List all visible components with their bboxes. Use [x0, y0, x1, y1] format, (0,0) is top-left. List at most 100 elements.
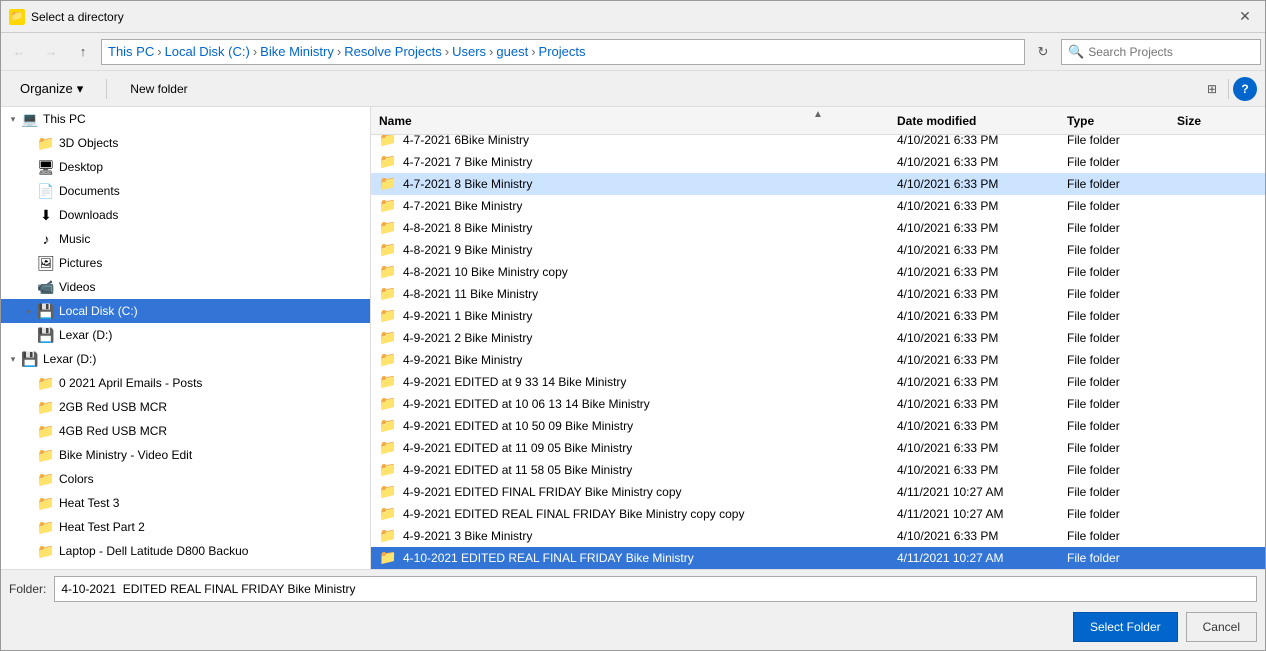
- expand-heat-part2[interactable]: [21, 519, 37, 535]
- expand-downloads[interactable]: [21, 207, 37, 223]
- file-row[interactable]: 📁4-9-2021 EDITED FINAL FRIDAY Bike Minis…: [371, 481, 1265, 503]
- tree-item-music[interactable]: ♪ Music: [1, 227, 370, 251]
- tree-item-colors[interactable]: 📁 Colors: [1, 467, 370, 491]
- folder-icon: 📁: [379, 135, 397, 149]
- tree-item-videos[interactable]: 📹 Videos: [1, 275, 370, 299]
- refresh-button[interactable]: ↻: [1029, 38, 1057, 66]
- col-size-header[interactable]: Size: [1177, 114, 1257, 128]
- expand-pictures[interactable]: [21, 255, 37, 271]
- expand-this-pc[interactable]: ▾: [5, 111, 21, 127]
- tree-item-local-disk[interactable]: ▸ 💾 Local Disk (C:): [1, 299, 370, 323]
- left-panel: ▾ 💻 This PC 📁 3D Objects 🖥 Desktop 📄 Doc…: [1, 107, 371, 569]
- file-row[interactable]: 📁4-10-2021 EDITED REAL FINAL FRIDAY Bike…: [371, 547, 1265, 569]
- file-row[interactable]: 📁4-7-2021 8 Bike Ministry4/10/2021 6:33 …: [371, 173, 1265, 195]
- collapse-button[interactable]: ▲: [808, 107, 828, 121]
- file-row[interactable]: 📁4-8-2021 8 Bike Ministry4/10/2021 6:33 …: [371, 217, 1265, 239]
- expand-documents[interactable]: [21, 183, 37, 199]
- close-button[interactable]: ✕: [1233, 5, 1257, 29]
- file-type: File folder: [1067, 331, 1177, 345]
- file-row[interactable]: 📁4-9-2021 3 Bike Ministry4/10/2021 6:33 …: [371, 525, 1265, 547]
- file-row[interactable]: 📁4-9-2021 EDITED at 11 09 05 Bike Minist…: [371, 437, 1265, 459]
- expand-4gb[interactable]: [21, 423, 37, 439]
- forward-button[interactable]: →: [37, 38, 65, 66]
- expand-lexar-thispc[interactable]: [21, 327, 37, 343]
- view-icon-button[interactable]: ⊞: [1200, 77, 1224, 101]
- file-row[interactable]: 📁4-9-2021 Bike Ministry4/10/2021 6:33 PM…: [371, 349, 1265, 371]
- expand-music[interactable]: [21, 231, 37, 247]
- folder-icon: 📁: [379, 175, 397, 193]
- bottom-bar: Folder: Select Folder Cancel: [1, 569, 1265, 650]
- help-button[interactable]: ?: [1233, 77, 1257, 101]
- folder-icon: 📁: [379, 329, 397, 347]
- expand-heat-3[interactable]: [21, 495, 37, 511]
- expand-2gb[interactable]: [21, 399, 37, 415]
- file-row[interactable]: 📁4-9-2021 2 Bike Ministry4/10/2021 6:33 …: [371, 327, 1265, 349]
- file-row[interactable]: 📁4-8-2021 11 Bike Ministry4/10/2021 6:33…: [371, 283, 1265, 305]
- nav-bar: ← → ↑ This PC › Local Disk (C:) › Bike M…: [1, 33, 1265, 71]
- tree-item-bike-ministry-video[interactable]: 📁 Bike Ministry - Video Edit: [1, 443, 370, 467]
- new-folder-button[interactable]: New folder: [119, 76, 198, 102]
- expand-laptop[interactable]: [21, 543, 37, 559]
- select-folder-button[interactable]: Select Folder: [1073, 612, 1178, 642]
- tree-item-4gb-usb[interactable]: 📁 4GB Red USB MCR: [1, 419, 370, 443]
- tree-item-desktop[interactable]: 🖥 Desktop: [1, 155, 370, 179]
- tree-item-2gb-usb[interactable]: 📁 2GB Red USB MCR: [1, 395, 370, 419]
- tree-item-lexar-d-thispc[interactable]: 💾 Lexar (D:): [1, 323, 370, 347]
- tree-item-3d-objects[interactable]: 📁 3D Objects: [1, 131, 370, 155]
- file-row[interactable]: 📁4-9-2021 1 Bike Ministry4/10/2021 6:33 …: [371, 305, 1265, 327]
- file-name: 4-8-2021 11 Bike Ministry: [403, 287, 897, 301]
- search-input[interactable]: [1088, 45, 1254, 59]
- tree-item-heat-test-part2[interactable]: 📁 Heat Test Part 2: [1, 515, 370, 539]
- breadcrumb-local-disk[interactable]: Local Disk (C:): [165, 44, 250, 59]
- breadcrumb-this-pc[interactable]: This PC: [108, 44, 154, 59]
- folder-input[interactable]: [54, 576, 1257, 602]
- file-row[interactable]: 📁4-7-2021 7 Bike Ministry4/10/2021 6:33 …: [371, 151, 1265, 173]
- file-row[interactable]: 📁4-9-2021 EDITED REAL FINAL FRIDAY Bike …: [371, 503, 1265, 525]
- folder-icon: 📁: [379, 285, 397, 303]
- expand-local-disk[interactable]: ▸: [21, 303, 37, 319]
- tree-item-laptop-dell[interactable]: 📁 Laptop - Dell Latitude D800 Backuo: [1, 539, 370, 563]
- tree-item-pictures[interactable]: 🖼 Pictures: [1, 251, 370, 275]
- breadcrumb-users[interactable]: Users: [452, 44, 486, 59]
- expand-bike-video[interactable]: [21, 447, 37, 463]
- button-row: Select Folder Cancel: [1, 608, 1265, 650]
- file-row[interactable]: 📁4-8-2021 10 Bike Ministry copy4/10/2021…: [371, 261, 1265, 283]
- breadcrumb-guest[interactable]: guest: [496, 44, 528, 59]
- expand-3d-objects[interactable]: [21, 135, 37, 151]
- tree-item-this-pc[interactable]: ▾ 💻 This PC: [1, 107, 370, 131]
- breadcrumb-resolve-projects[interactable]: Resolve Projects: [344, 44, 442, 59]
- cancel-button[interactable]: Cancel: [1186, 612, 1257, 642]
- file-row[interactable]: 📁4-9-2021 EDITED at 11 58 05 Bike Minist…: [371, 459, 1265, 481]
- tree-item-april-emails[interactable]: 📁 0 2021 April Emails - Posts: [1, 371, 370, 395]
- file-date: 4/10/2021 6:33 PM: [897, 135, 1067, 147]
- file-row[interactable]: 📁4-9-2021 EDITED at 9 33 14 Bike Ministr…: [371, 371, 1265, 393]
- file-row[interactable]: 📁4-9-2021 EDITED at 10 06 13 14 Bike Min…: [371, 393, 1265, 415]
- folder-icon: 📁: [379, 241, 397, 259]
- breadcrumb-projects[interactable]: Projects: [539, 44, 586, 59]
- file-row[interactable]: 📁4-7-2021 6Bike Ministry4/10/2021 6:33 P…: [371, 135, 1265, 151]
- col-date-header[interactable]: Date modified: [897, 114, 1067, 128]
- up-button[interactable]: ↑: [69, 38, 97, 66]
- expand-april-emails[interactable]: [21, 375, 37, 391]
- file-row[interactable]: 📁4-8-2021 9 Bike Ministry4/10/2021 6:33 …: [371, 239, 1265, 261]
- expand-videos[interactable]: [21, 279, 37, 295]
- expand-desktop[interactable]: [21, 159, 37, 175]
- file-row[interactable]: 📁4-9-2021 EDITED at 10 50 09 Bike Minist…: [371, 415, 1265, 437]
- expand-lexar-root[interactable]: ▾: [5, 351, 21, 367]
- desktop-icon: 🖥: [37, 158, 55, 176]
- expand-colors[interactable]: [21, 471, 37, 487]
- breadcrumb-bike-ministry[interactable]: Bike Ministry: [260, 44, 334, 59]
- back-button[interactable]: ←: [5, 38, 33, 66]
- col-type-header[interactable]: Type: [1067, 114, 1177, 128]
- music-icon: ♪: [37, 230, 55, 248]
- tree-item-lexar-root[interactable]: ▾ 💾 Lexar (D:): [1, 347, 370, 371]
- file-date: 4/10/2021 6:33 PM: [897, 199, 1067, 213]
- folder-icon-colors: 📁: [37, 470, 55, 488]
- tree-item-downloads[interactable]: ⬇ Downloads: [1, 203, 370, 227]
- organize-button[interactable]: Organize ▾: [9, 76, 94, 102]
- tree-item-heat-test-3[interactable]: 📁 Heat Test 3: [1, 491, 370, 515]
- file-type: File folder: [1067, 221, 1177, 235]
- file-row[interactable]: 📁4-7-2021 Bike Ministry4/10/2021 6:33 PM…: [371, 195, 1265, 217]
- tree-item-documents[interactable]: 📄 Documents: [1, 179, 370, 203]
- file-type: File folder: [1067, 397, 1177, 411]
